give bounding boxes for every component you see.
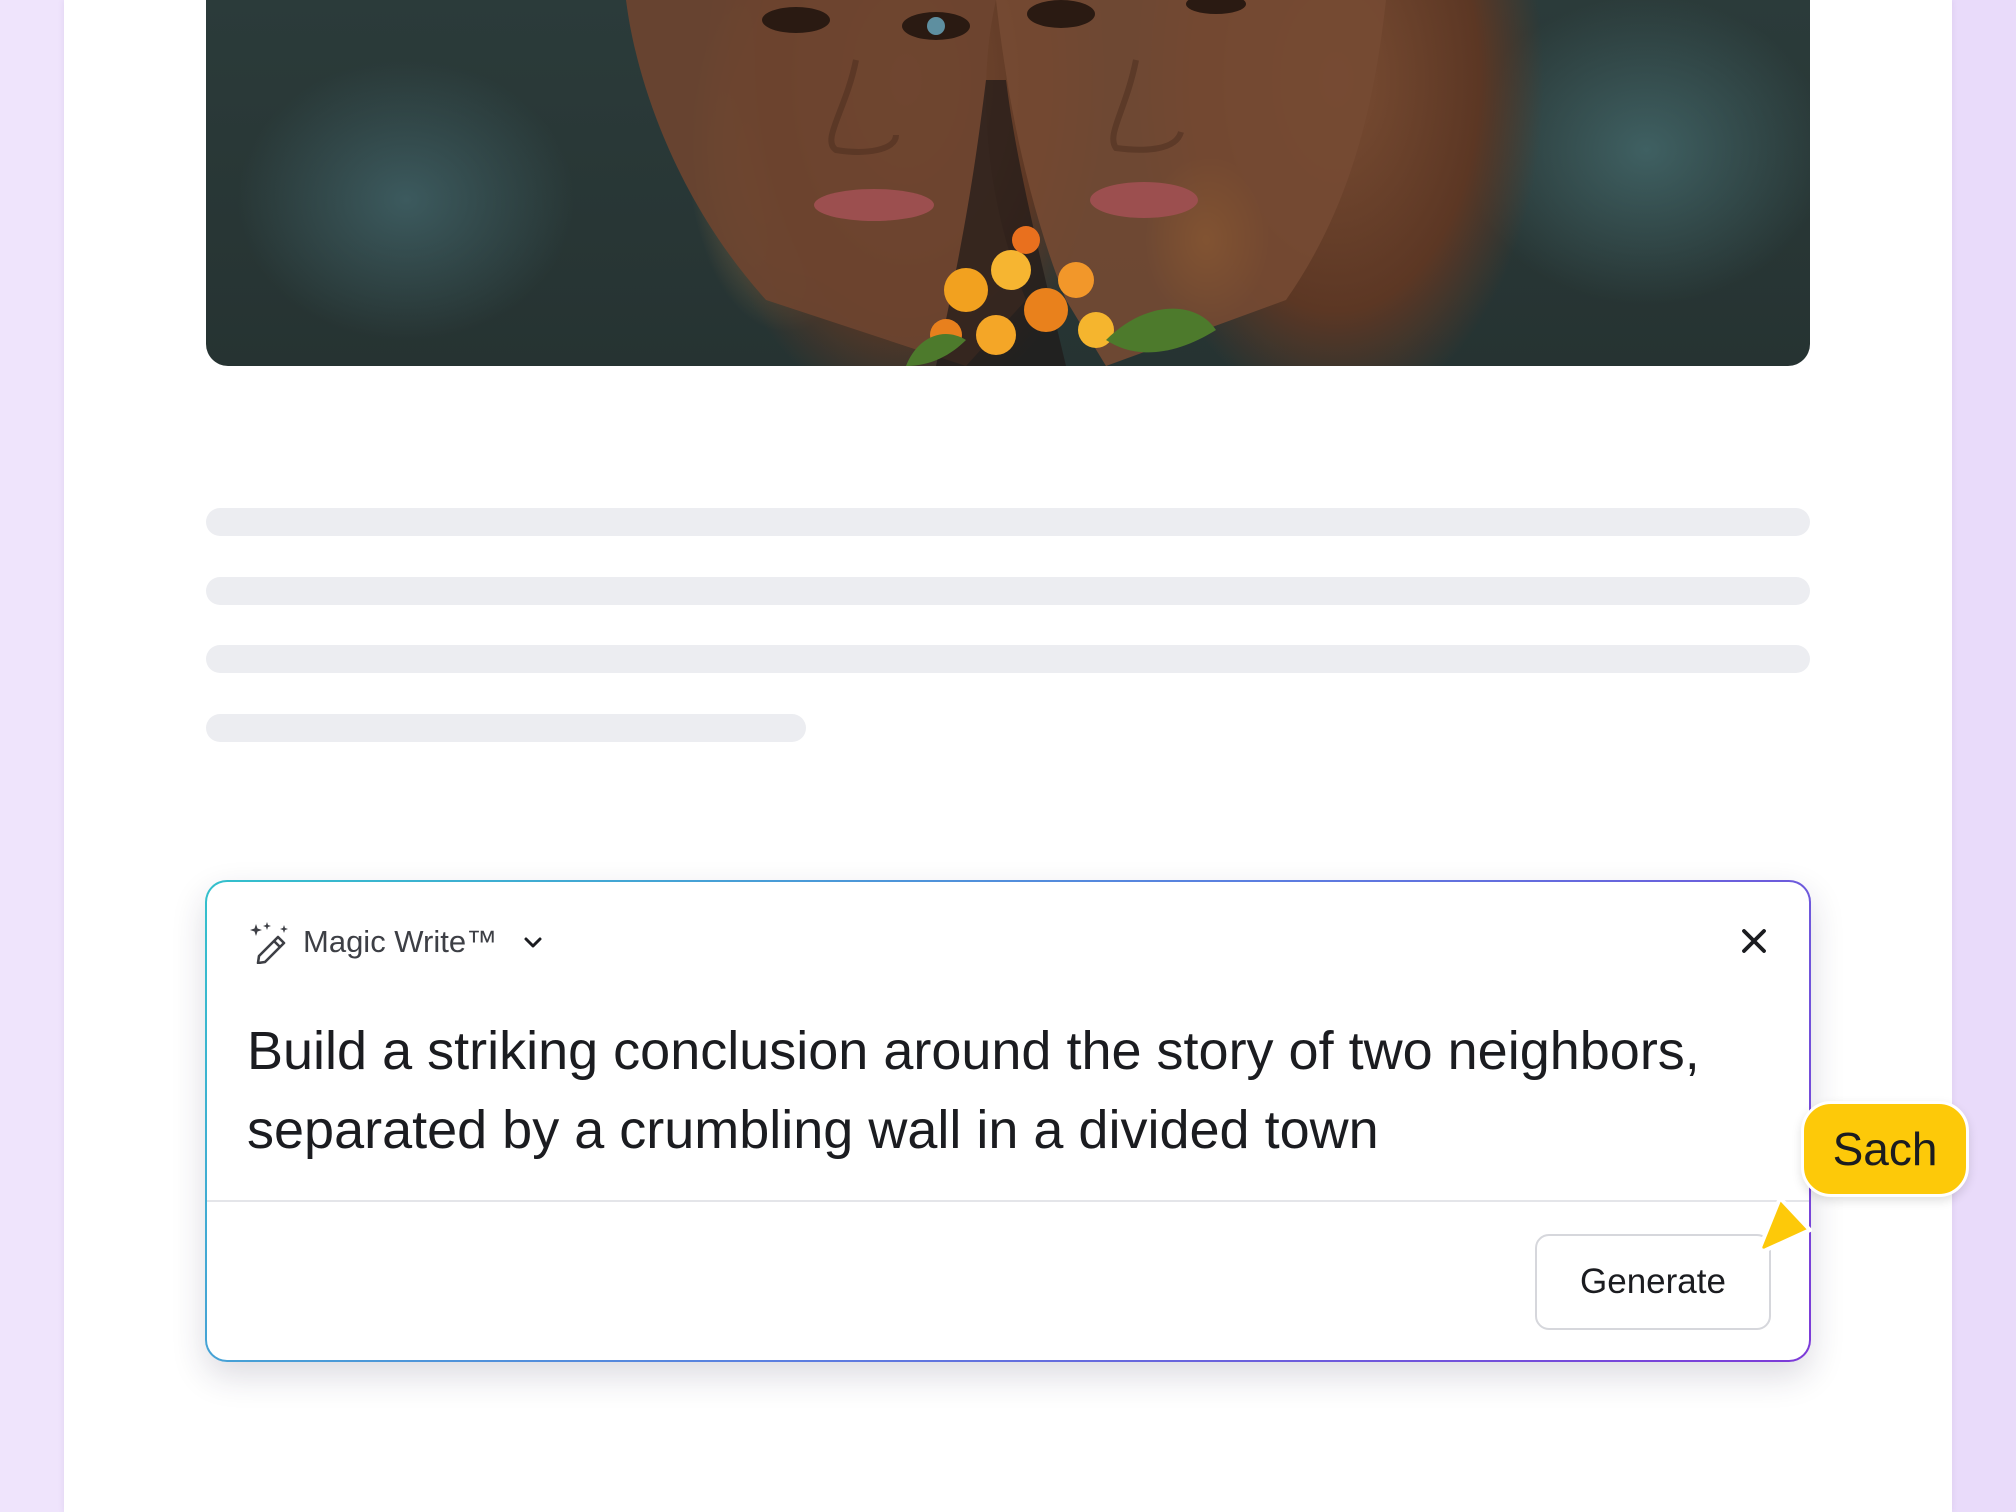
collaborator-cursor-label: Sach xyxy=(1801,1101,1969,1197)
close-icon[interactable] xyxy=(1737,924,1771,958)
hero-photo-art xyxy=(626,0,1386,366)
text-placeholder-line xyxy=(206,508,1810,536)
chevron-down-icon[interactable] xyxy=(519,928,547,956)
magic-write-panel: Magic Write™ Build a striking conclusion… xyxy=(205,880,1811,1362)
divider xyxy=(207,1200,1809,1202)
generate-button[interactable]: Generate xyxy=(1535,1234,1771,1330)
text-placeholder-line xyxy=(206,714,806,742)
collaborator-cursor-arrow-icon xyxy=(1758,1196,1812,1253)
text-placeholder-line xyxy=(206,645,1810,673)
magic-write-menu[interactable]: Magic Write™ xyxy=(247,918,547,966)
magic-write-title: Magic Write™ xyxy=(303,924,498,959)
text-placeholder-line xyxy=(206,577,1810,605)
magic-wand-icon xyxy=(250,922,288,964)
prompt-input[interactable]: Build a striking conclusion around the s… xyxy=(247,1012,1747,1170)
magic-write-panel-body: Magic Write™ Build a striking conclusion… xyxy=(207,882,1809,1360)
hero-photo[interactable] xyxy=(206,0,1810,366)
